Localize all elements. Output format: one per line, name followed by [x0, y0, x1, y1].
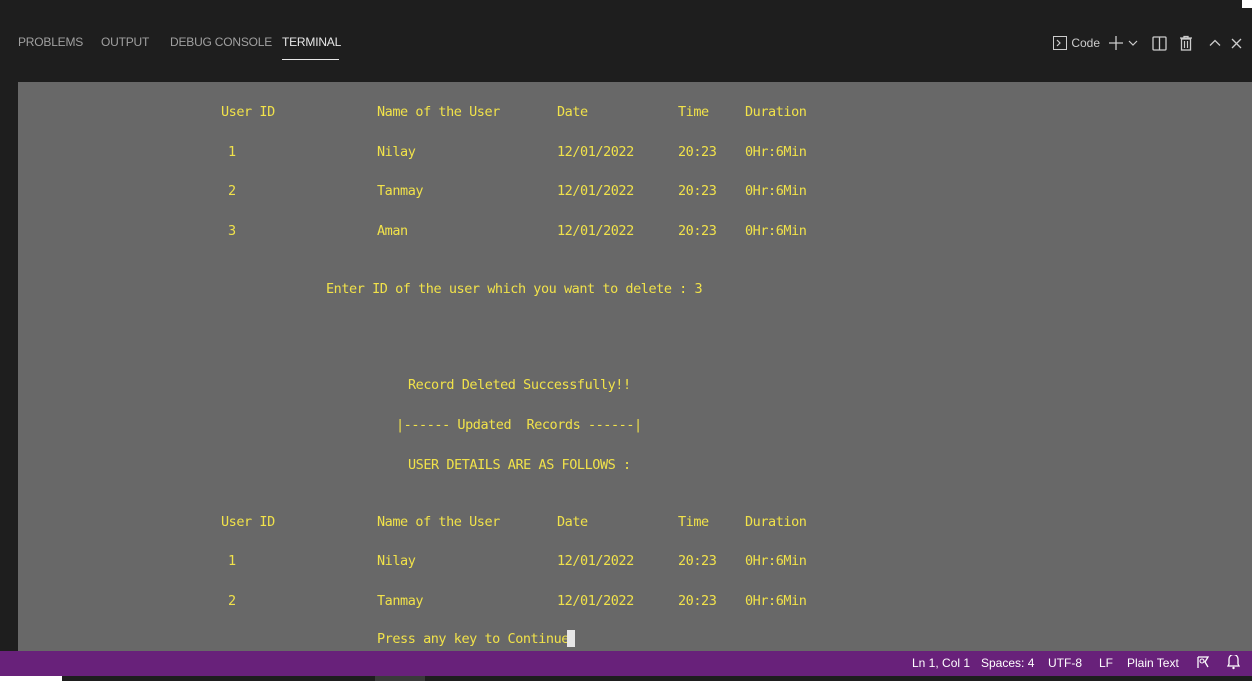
indentation[interactable]: Spaces: 4 — [981, 656, 1034, 670]
table2-row2-date: 12/01/2022 — [557, 593, 634, 609]
table2-row1-duration: 0Hr:6Min — [745, 553, 807, 569]
table1-row3-name: Aman — [377, 223, 408, 239]
window-bottom-edge — [0, 676, 1252, 681]
table2-row2-name: Tanmay — [377, 593, 424, 609]
table1-header-date: Date — [557, 104, 588, 120]
updated-records-banner: |------ Updated Records ------| — [396, 417, 642, 433]
table1-row3-date: 12/01/2022 — [557, 223, 634, 239]
table1-header-name: Name of the User — [377, 104, 500, 120]
table1-row2-name: Tanmay — [377, 183, 424, 199]
continue-prompt: Press any key to Continue — [377, 631, 569, 647]
table2-row2-duration: 0Hr:6Min — [745, 593, 807, 609]
table1-header-user-id: User ID — [221, 104, 275, 120]
cursor-position[interactable]: Ln 1, Col 1 — [912, 656, 970, 670]
table1-row3-duration: 0Hr:6Min — [745, 223, 807, 239]
end-of-line[interactable]: LF — [1099, 656, 1113, 670]
table2-header-time: Time — [678, 514, 709, 530]
table1-row2-time: 20:23 — [678, 183, 717, 199]
terminal-icon — [1053, 36, 1068, 50]
table2-row1-date: 12/01/2022 — [557, 553, 634, 569]
table1-row3-time: 20:23 — [678, 223, 717, 239]
tab-problems[interactable]: PROBLEMS — [18, 35, 83, 49]
table2-row2-time: 20:23 — [678, 593, 717, 609]
table1-header-time: Time — [678, 104, 709, 120]
table2-header-date: Date — [557, 514, 588, 530]
trash-icon — [1179, 35, 1193, 51]
new-terminal-button[interactable] — [1108, 35, 1124, 51]
tab-terminal[interactable]: TERMINAL — [282, 35, 341, 49]
terminal-dropdown-button[interactable] — [1128, 38, 1138, 48]
table2-header-name: Name of the User — [377, 514, 500, 530]
table1-row2-date: 12/01/2022 — [557, 183, 634, 199]
table1-row1-id: 1 — [228, 144, 236, 160]
bell-icon[interactable] — [1226, 653, 1241, 673]
tab-debug-console[interactable]: DEBUG CONSOLE — [170, 35, 272, 49]
language-mode[interactable]: Plain Text — [1127, 656, 1179, 670]
chevron-down-icon — [1128, 38, 1138, 48]
close-panel-button[interactable] — [1231, 38, 1242, 49]
table2-row1-name: Nilay — [377, 553, 416, 569]
table1-row1-date: 12/01/2022 — [557, 144, 634, 160]
tab-output[interactable]: OUTPUT — [101, 35, 149, 49]
table1-row2-duration: 0Hr:6Min — [745, 183, 807, 199]
kill-terminal-button[interactable] — [1179, 35, 1193, 51]
table2-header-duration: Duration — [745, 514, 807, 530]
table1-row2-id: 2 — [228, 183, 236, 199]
table1-row3-id: 3 — [228, 223, 236, 239]
terminal-selector[interactable]: Code — [1053, 36, 1100, 50]
table2-header-user-id: User ID — [221, 514, 275, 530]
terminal-actions: Code — [1045, 32, 1242, 54]
panel-header: PROBLEMS OUTPUT DEBUG CONSOLE TERMINAL C… — [0, 8, 1252, 82]
status-bar: Ln 1, Col 1 Spaces: 4 UTF-8 LF Plain Tex… — [0, 651, 1252, 676]
split-terminal-button[interactable] — [1152, 35, 1167, 51]
table2-row2-id: 2 — [228, 593, 236, 609]
terminal-cursor — [567, 630, 575, 647]
terminal-name: Code — [1071, 36, 1100, 50]
feedback-icon[interactable] — [1196, 655, 1211, 673]
close-icon — [1231, 38, 1242, 49]
terminal-output[interactable]: User ID Name of the User Date Time Durat… — [18, 82, 1252, 651]
active-tab-indicator — [282, 59, 339, 60]
chevron-up-icon — [1209, 38, 1221, 48]
table1-header-duration: Duration — [745, 104, 807, 120]
plus-icon — [1108, 35, 1124, 51]
split-icon — [1152, 35, 1167, 51]
table2-row1-time: 20:23 — [678, 553, 717, 569]
encoding[interactable]: UTF-8 — [1048, 656, 1082, 670]
window-top-edge — [0, 0, 1252, 8]
maximize-panel-button[interactable] — [1209, 38, 1221, 48]
table1-row1-time: 20:23 — [678, 144, 717, 160]
deleted-message: Record Deleted Successfully!! — [408, 377, 631, 393]
details-heading: USER DETAILS ARE AS FOLLOWS : — [408, 457, 631, 473]
delete-prompt: Enter ID of the user which you want to d… — [326, 281, 703, 297]
table1-row1-duration: 0Hr:6Min — [745, 144, 807, 160]
table2-row1-id: 1 — [228, 553, 236, 569]
table1-row1-name: Nilay — [377, 144, 416, 160]
